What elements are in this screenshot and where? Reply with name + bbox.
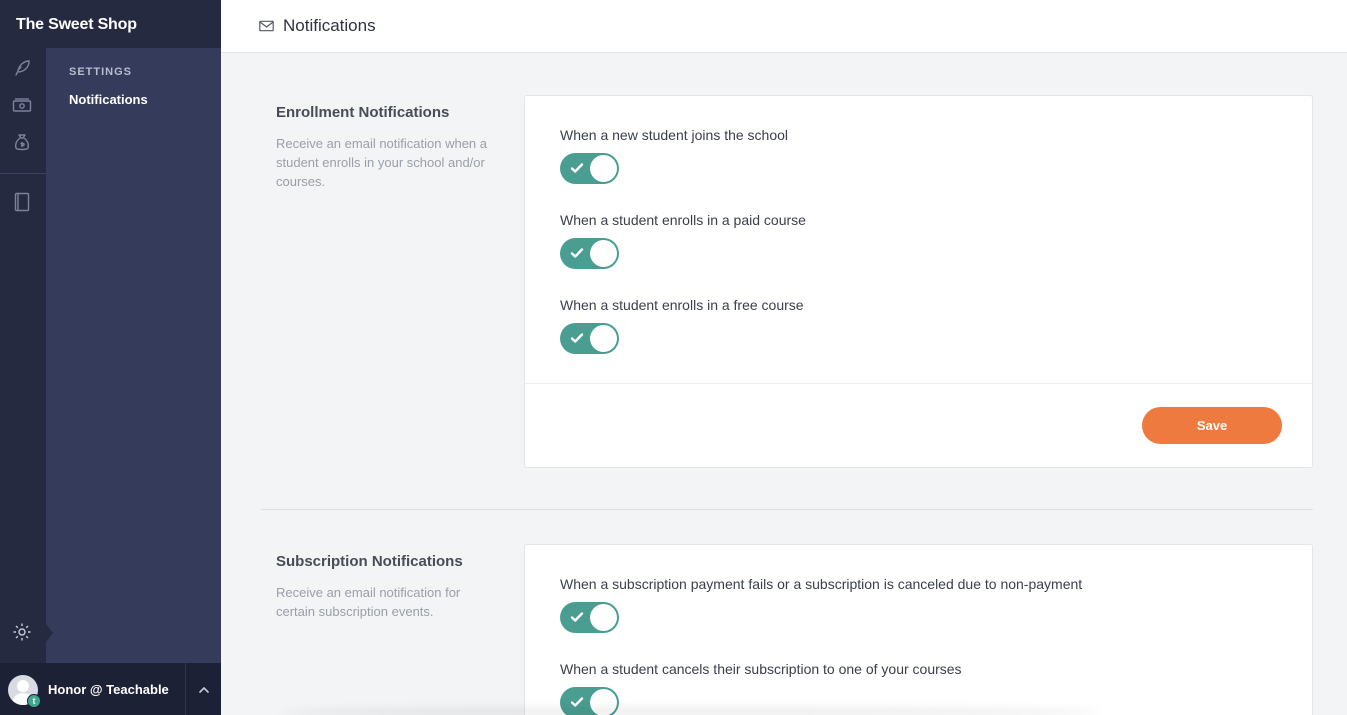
envelope-icon	[259, 20, 274, 32]
free-course-toggle[interactable]	[560, 323, 619, 354]
toggle-knob	[590, 604, 617, 631]
subscription-card: When a subscription payment fails or a s…	[524, 544, 1313, 715]
option-label: When a student enrolls in a paid course	[560, 212, 806, 228]
option-label: When a new student joins the school	[560, 127, 789, 143]
chevron-up-icon[interactable]	[197, 683, 211, 697]
page-title: Notifications	[283, 16, 376, 35]
bottom-shadow	[280, 706, 1100, 715]
avatar-badge: t	[27, 694, 41, 708]
enrollment-section-description: Receive an email notification when a stu…	[276, 136, 488, 189]
rail-divider	[0, 173, 46, 174]
card-divider	[525, 383, 1312, 384]
option-label: When a subscription payment fails or a s…	[560, 576, 1083, 592]
subscription-section-description: Receive an email notification for certai…	[276, 585, 461, 619]
check-icon	[570, 612, 584, 622]
username: Honor @ Teachable	[48, 682, 169, 697]
page-header: Notifications	[221, 0, 1347, 53]
school-name[interactable]: The Sweet Shop	[0, 0, 221, 48]
save-button[interactable]: Save	[1142, 407, 1282, 444]
payment-failed-toggle[interactable]	[560, 602, 619, 633]
user-menu[interactable]: t Honor @ Teachable	[0, 663, 221, 715]
feather-icon[interactable]	[11, 57, 33, 79]
subnav-heading: SETTINGS	[69, 66, 133, 78]
gear-icon[interactable]	[11, 621, 33, 643]
check-icon	[570, 248, 584, 258]
option-label: When a student enrolls in a free course	[560, 297, 804, 313]
active-indicator	[46, 624, 53, 642]
paid-course-toggle[interactable]	[560, 238, 619, 269]
check-icon	[570, 333, 584, 343]
section-divider	[261, 509, 1313, 510]
toggle-knob	[590, 325, 617, 352]
money-icon[interactable]	[11, 94, 33, 116]
subscription-section-title: Subscription Notifications	[276, 553, 463, 570]
settings-subnav: SETTINGS Notifications	[46, 48, 221, 663]
book-icon[interactable]	[11, 191, 33, 213]
subnav-item-notifications[interactable]: Notifications	[69, 92, 148, 107]
check-icon	[570, 163, 584, 173]
userbar-divider	[185, 663, 186, 715]
icon-rail	[0, 48, 46, 663]
enrollment-card: When a new student joins the school When…	[524, 95, 1313, 468]
money-bag-icon[interactable]	[11, 132, 33, 154]
toggle-knob	[590, 155, 617, 182]
option-label: When a student cancels their subscriptio…	[560, 661, 962, 677]
new-student-toggle[interactable]	[560, 153, 619, 184]
enrollment-section-title: Enrollment Notifications	[276, 104, 450, 121]
toggle-knob	[590, 240, 617, 267]
